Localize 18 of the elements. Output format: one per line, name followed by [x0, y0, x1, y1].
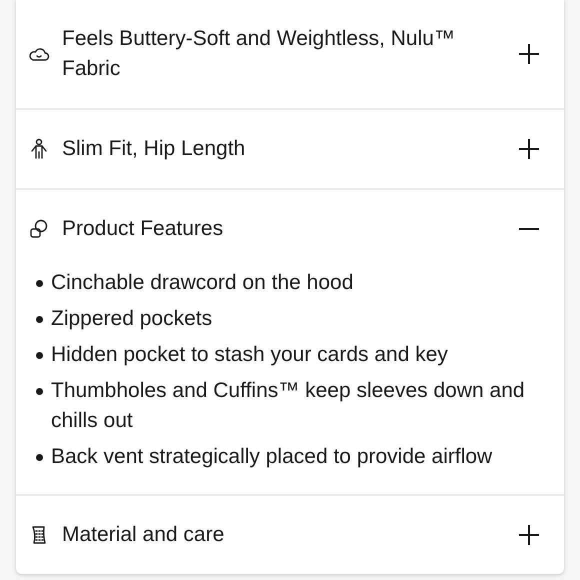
bullet-icon — [36, 280, 43, 287]
feature-text: Thumbholes and Cuffins™ keep sleeves down and chills out — [51, 378, 526, 434]
section-title[interactable]: Material and care — [62, 520, 506, 550]
expand-icon[interactable] — [518, 524, 540, 546]
expand-icon[interactable] — [518, 138, 540, 160]
feature-text: Back vent strategically placed to provide airflow — [51, 444, 492, 470]
bullet-icon — [36, 316, 43, 323]
bullet-icon — [36, 388, 43, 395]
section-title[interactable]: Slim Fit, Hip Length — [62, 134, 506, 164]
feature-text: Hidden pocket to stash your cards and key — [51, 342, 448, 368]
section-title[interactable]: Product Features — [62, 214, 506, 244]
section-title[interactable]: Feels Buttery-Soft and Weightless, Nulu™ Fabric — [62, 24, 506, 84]
expand-icon[interactable] — [518, 43, 540, 65]
feature-text: Cinchable drawcord on the hood — [51, 270, 354, 296]
feature-text: Zippered pockets — [51, 306, 212, 332]
bullet-icon — [36, 352, 43, 359]
bullet-icon — [36, 454, 43, 461]
shapes-icon — [28, 218, 50, 240]
